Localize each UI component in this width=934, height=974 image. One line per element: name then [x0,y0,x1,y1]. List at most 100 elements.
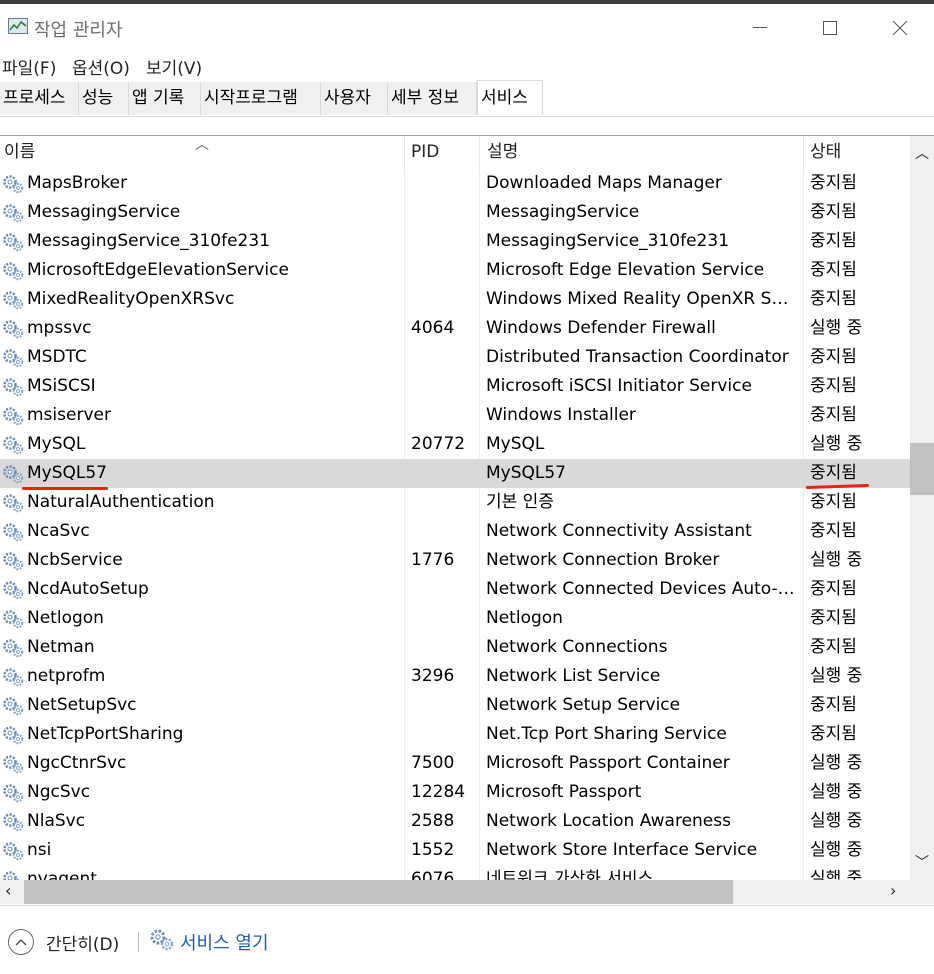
tab-startup[interactable]: 시작프로그램 [201,82,321,115]
service-gear-icon [2,551,24,571]
table-row[interactable]: MapsBrokerDownloaded Maps Manager중지됨 [0,169,910,198]
service-name: MySQL [27,430,402,459]
table-header: ︿ 이름 PID 설명 상태 [0,136,910,169]
service-pid: 3296 [411,662,479,691]
open-services-link[interactable]: 서비스 열기 [180,929,269,955]
service-status: 중지됨 [810,575,905,604]
table-row[interactable]: NaturalAuthentication 기본 인증 중지됨 [0,488,910,517]
service-name: nvagent [27,865,402,880]
table-row[interactable]: MixedRealityOpenXRSvcWindows Mixed Reali… [0,285,910,314]
table-row[interactable]: mpssvc4064Windows Defender Firewall실행 중 [0,314,910,343]
menu-view[interactable]: 보기(V) [146,54,202,79]
service-pid: 2588 [411,807,479,836]
service-name: MicrosoftEdgeElevationService [27,256,402,285]
title-bar[interactable]: 작업 관리자 [0,4,934,48]
scroll-right-icon[interactable]: › [890,881,896,900]
table-row[interactable]: MySQL57MySQL57중지됨 [0,459,910,488]
table-row[interactable]: netprofm3296Network List Service실행 중 [0,662,910,691]
tab-details[interactable]: 세부 정보 [388,82,477,115]
service-description: Netlogon [486,604,798,633]
table-row[interactable]: nsi1552Network Store Interface Service실행… [0,836,910,865]
table-row[interactable]: MSDTCDistributed Transaction Coordinator… [0,343,910,372]
fewer-details-button[interactable]: 간단히(D) [46,930,119,955]
table-row[interactable]: MicrosoftEdgeElevationServiceMicrosoft E… [0,256,910,285]
table-row[interactable]: nvagent6076네트워크 가상화 서비스실행 중 [0,865,910,880]
service-description: 기본 인증 [486,488,798,517]
service-gear-icon [2,348,24,368]
service-pid [411,633,479,662]
service-description: MessagingService [486,198,798,227]
service-status: 실행 중 [810,749,905,778]
scroll-left-icon[interactable]: ‹ [5,881,11,900]
vertical-scrollbar[interactable] [910,136,934,880]
tab-processes[interactable]: 프로세스 [0,82,79,115]
service-status: 중지됨 [810,517,905,546]
column-header-pid[interactable]: PID [405,136,480,169]
table-row[interactable]: MySQL20772MySQL실행 중 [0,430,910,459]
maximize-button[interactable] [795,8,865,48]
column-header-description[interactable]: 설명 [480,136,804,169]
scroll-down-icon[interactable]: ﹀ [915,852,929,872]
menu-options[interactable]: 옵션(O) [72,54,130,79]
vertical-scroll-thumb[interactable] [910,443,934,495]
service-description: Net.Tcp Port Sharing Service [486,720,798,749]
table-row[interactable]: MessagingServiceMessagingService중지됨 [0,198,910,227]
tab-performance[interactable]: 성능 [79,82,129,115]
service-gear-icon [2,754,24,774]
service-pid [411,227,479,256]
tab-services[interactable]: 서비스 [477,80,543,115]
service-name: MSDTC [27,343,402,372]
service-name: MSiSCSI [27,372,402,401]
close-button[interactable] [865,8,934,48]
tab-app-history[interactable]: 앱 기록 [129,82,201,115]
collapse-chevron-icon[interactable] [8,929,34,955]
service-status: 중지됨 [810,343,905,372]
table-row[interactable]: NgcCtnrSvc7500Microsoft Passport Contain… [0,749,910,778]
table-row[interactable]: NcbService1776Network Connection Broker실… [0,546,910,575]
service-status: 중지됨 [810,169,905,198]
table-row[interactable]: MSiSCSIMicrosoft iSCSI Initiator Service… [0,372,910,401]
table-row[interactable]: NetlogonNetlogon중지됨 [0,604,910,633]
service-description: MySQL [486,430,798,459]
service-pid [411,343,479,372]
service-description: Network Connected Devices Auto-S... [486,575,798,604]
service-pid: 1776 [411,546,479,575]
service-description: MySQL57 [486,459,798,488]
service-name: MessagingService_310fe231 [27,227,402,256]
service-gear-icon [2,609,24,629]
horizontal-scroll-thumb[interactable] [24,880,733,904]
table-row[interactable]: NcaSvcNetwork Connectivity Assistant중지됨 [0,517,910,546]
service-status: 실행 중 [810,546,905,575]
service-gear-icon [2,725,24,745]
service-status: 중지됨 [810,488,905,517]
table-row[interactable]: NcdAutoSetupNetwork Connected Devices Au… [0,575,910,604]
service-pid [411,285,479,314]
table-row[interactable]: NetTcpPortSharingNet.Tcp Port Sharing Se… [0,720,910,749]
service-status: 중지됨 [810,285,905,314]
table-row[interactable]: NgcSvc12284Microsoft Passport실행 중 [0,778,910,807]
minimize-button[interactable] [725,8,795,48]
service-name: Netman [27,633,402,662]
service-status: 중지됨 [810,198,905,227]
table-row[interactable]: NlaSvc2588Network Location Awareness실행 중 [0,807,910,836]
service-name: NaturalAuthentication [27,488,402,517]
service-name: Netlogon [27,604,402,633]
service-name: NetSetupSvc [27,691,402,720]
table-row[interactable]: NetmanNetwork Connections중지됨 [0,633,910,662]
column-header-status[interactable]: 상태 [804,136,910,169]
service-description: Network Location Awareness [486,807,798,836]
table-row[interactable]: NetSetupSvcNetwork Setup Service중지됨 [0,691,910,720]
menu-file[interactable]: 파일(F) [2,54,56,79]
table-row[interactable]: msiserverWindows Installer중지됨 [0,401,910,430]
table-row[interactable]: MessagingService_310fe231MessagingServic… [0,227,910,256]
service-status: 중지됨 [810,401,905,430]
service-status: 실행 중 [810,778,905,807]
tab-users[interactable]: 사용자 [321,82,388,115]
service-name: MySQL57 [27,459,402,488]
services-gear-icon [150,929,174,951]
column-header-name[interactable]: 이름 [0,136,405,169]
scroll-up-icon[interactable]: ︿ [915,143,929,163]
service-pid [411,198,479,227]
service-pid: 7500 [411,749,479,778]
service-gear-icon [2,174,24,194]
